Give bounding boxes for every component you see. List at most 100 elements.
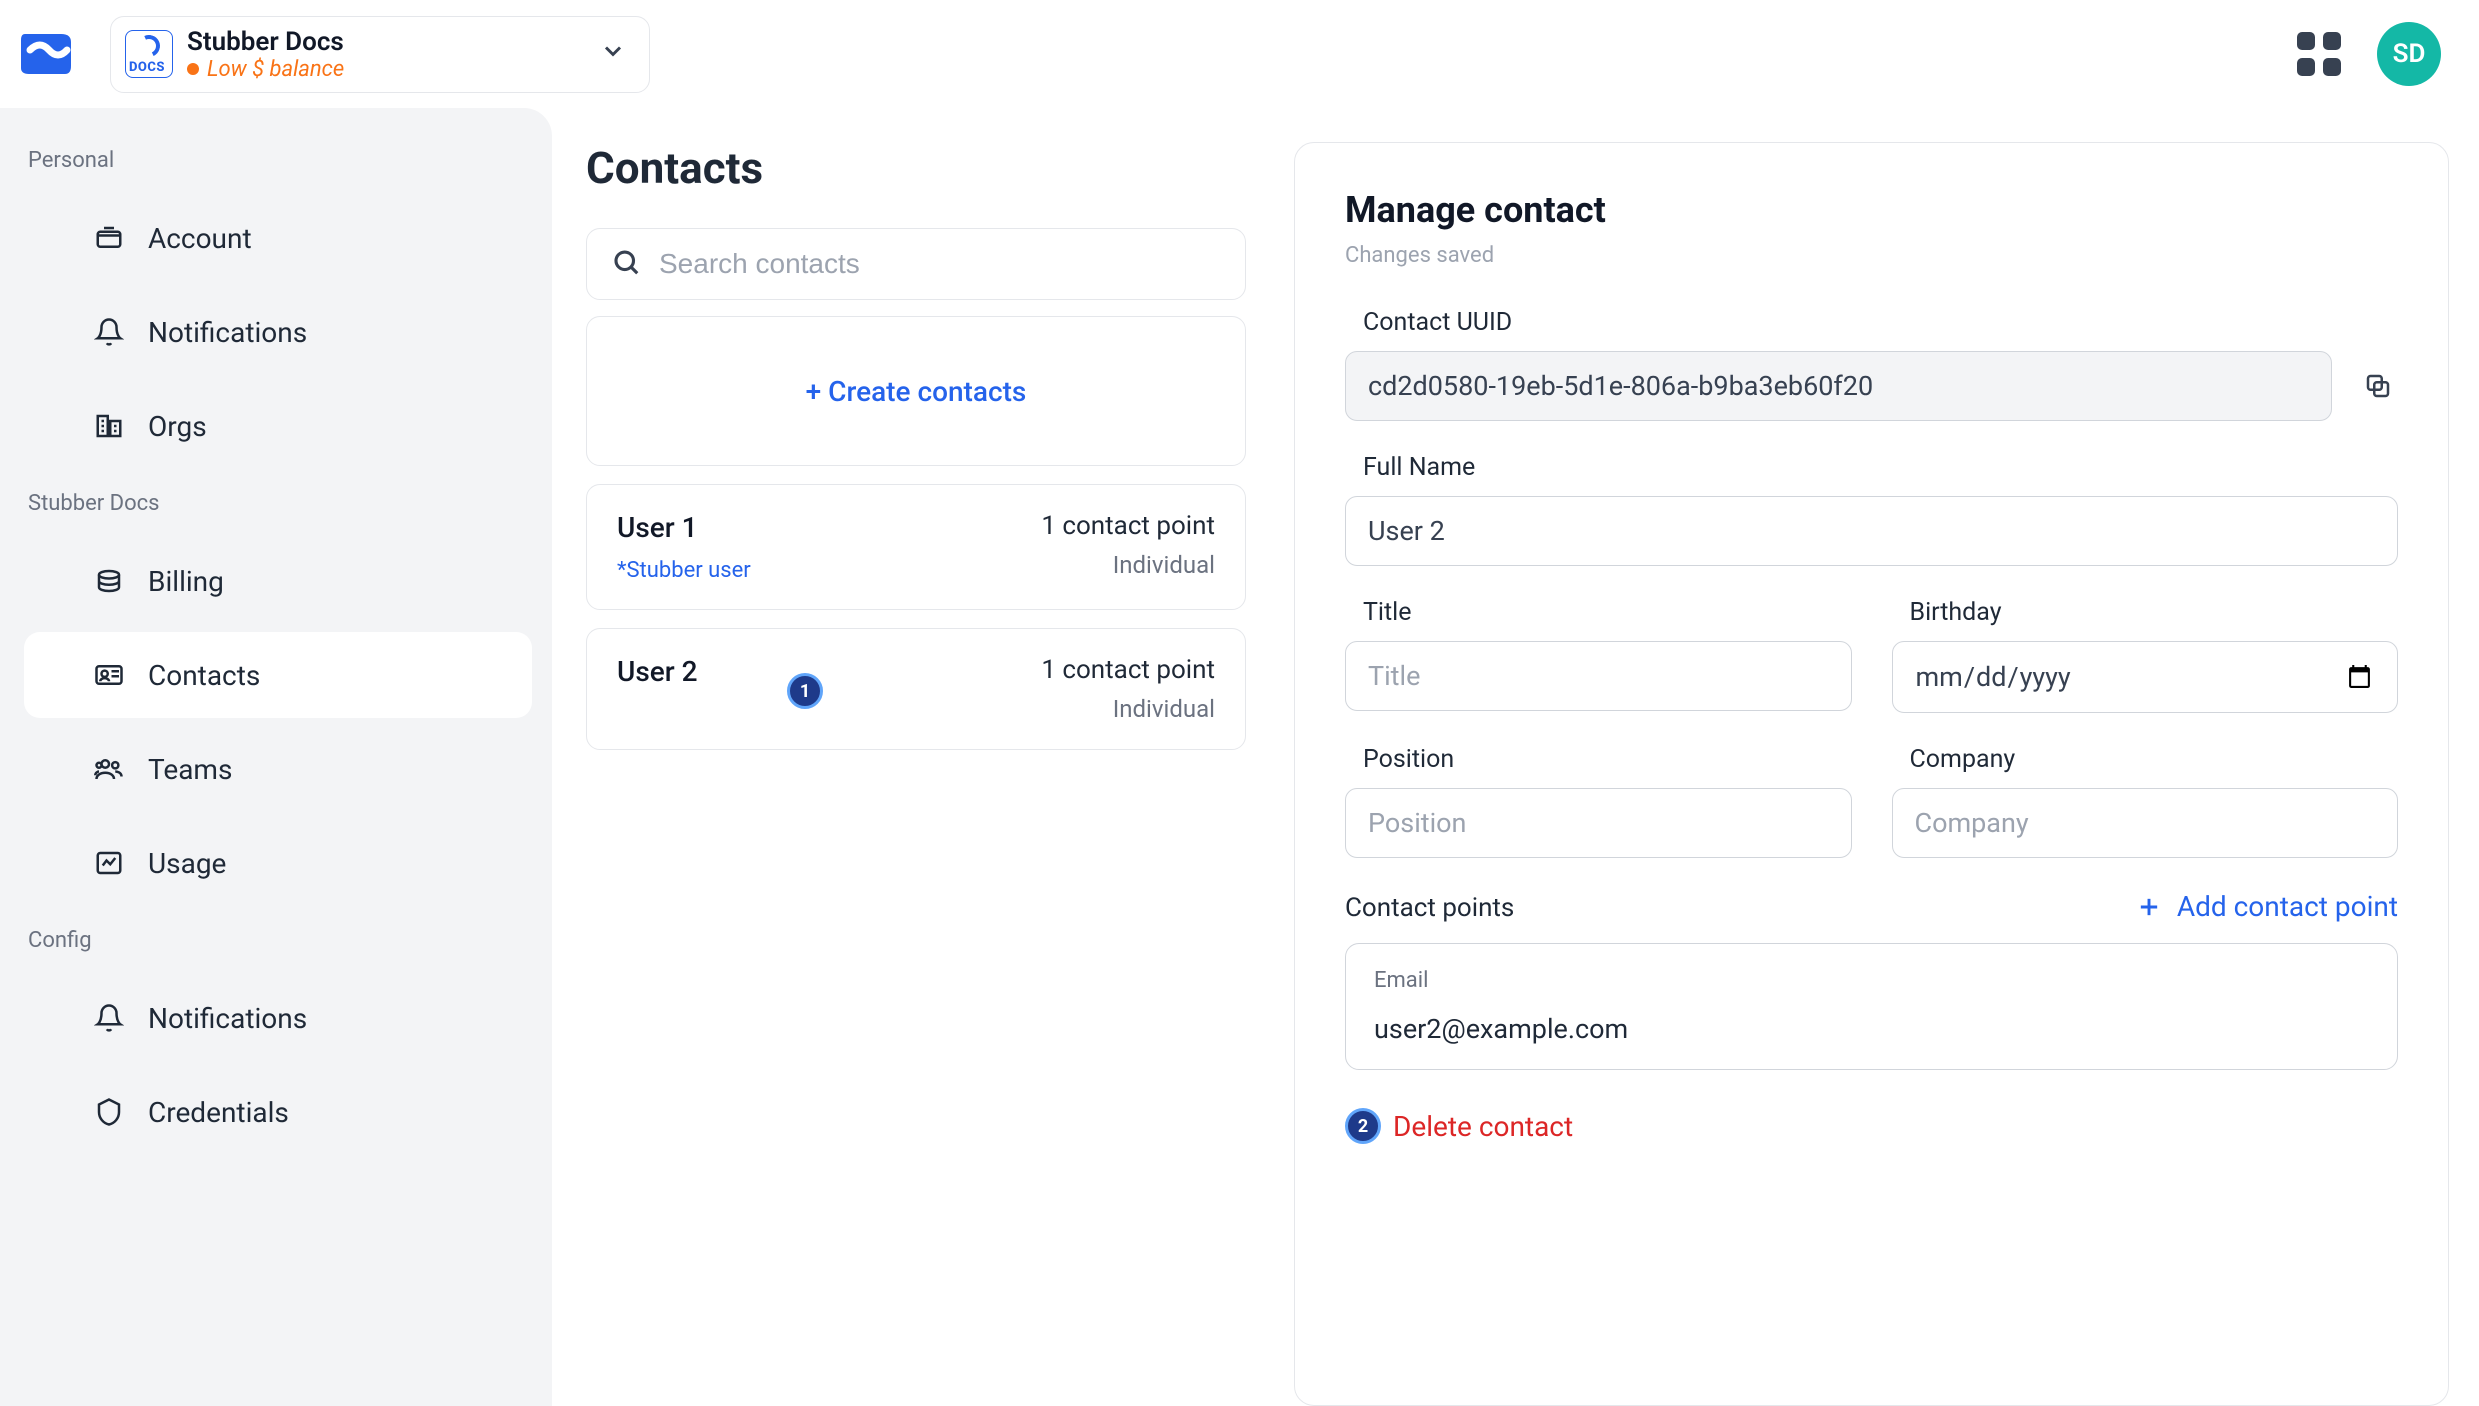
- contact-point-value: user2@example.com: [1374, 1013, 2369, 1045]
- brand-logo[interactable]: [0, 14, 90, 94]
- fullname-field: Full Name: [1345, 453, 2398, 566]
- position-input[interactable]: [1345, 788, 1852, 858]
- create-contacts-card[interactable]: + Create contacts: [586, 316, 1246, 466]
- add-contact-point-label: Add contact point: [2177, 890, 2398, 923]
- sidebar-item-label: Billing: [148, 565, 224, 598]
- copy-button[interactable]: [2358, 366, 2398, 406]
- uuid-label: Contact UUID: [1363, 308, 2398, 337]
- manage-contact-panel: Manage contact Changes saved Contact UUI…: [1294, 142, 2449, 1406]
- callout-badge-2: 2: [1345, 1108, 1381, 1144]
- sidebar: Personal Account Notifications Orgs Stub…: [0, 108, 552, 1406]
- sidebar-item-notifications-personal[interactable]: Notifications: [24, 289, 532, 375]
- contact-stubber-tag: *Stubber user: [617, 558, 751, 583]
- uuid-value: cd2d0580-19eb-5d1e-806a-b9ba3eb60f20: [1345, 351, 2332, 421]
- sidebar-section-config: Config: [0, 914, 552, 967]
- warn-dot-icon: [187, 63, 199, 75]
- birthday-field: Birthday: [1892, 598, 2399, 713]
- contact-point-card[interactable]: Email user2@example.com: [1345, 943, 2398, 1070]
- bell-icon: [92, 315, 126, 349]
- contact-point-count: 1 contact point: [1041, 655, 1215, 685]
- sidebar-item-label: Credentials: [148, 1096, 289, 1129]
- fullname-label: Full Name: [1363, 453, 2398, 482]
- delete-contact-button[interactable]: Delete contact: [1393, 1110, 1573, 1143]
- delete-contact-row: 2 Delete contact: [1345, 1108, 2398, 1144]
- sidebar-section-org: Stubber Docs: [0, 477, 552, 530]
- topbar-left: DOCS Stubber Docs Low $ balance: [0, 14, 650, 94]
- contact-name: User 2: [617, 655, 698, 688]
- company-label: Company: [1910, 745, 2399, 774]
- shield-icon: [92, 1095, 126, 1129]
- org-switcher[interactable]: DOCS Stubber Docs Low $ balance: [110, 16, 650, 93]
- manage-contact-subtitle: Changes saved: [1345, 243, 2398, 268]
- coins-icon: [92, 564, 126, 598]
- company-field: Company: [1892, 745, 2399, 858]
- idcard-icon: [92, 658, 126, 692]
- search-input[interactable]: [659, 248, 1221, 280]
- sidebar-item-notifications-config[interactable]: Notifications: [24, 975, 532, 1061]
- avatar-initials: SD: [2393, 39, 2426, 69]
- sidebar-item-usage[interactable]: Usage: [24, 820, 532, 906]
- brand-logo-icon: [15, 24, 75, 84]
- add-contact-point-button[interactable]: Add contact point: [2135, 890, 2398, 923]
- position-field: Position: [1345, 745, 1852, 858]
- search-wrap[interactable]: [586, 228, 1246, 300]
- contact-name: User 1: [617, 511, 751, 544]
- contact-type: Individual: [1041, 695, 1215, 723]
- contact-card-left: User 1 *Stubber user: [617, 511, 751, 583]
- sidebar-item-label: Usage: [148, 847, 226, 880]
- plus-icon: [2135, 893, 2163, 921]
- main: Contacts + Create contacts User 1 *Stubb…: [552, 108, 2479, 1406]
- manage-contact-title: Manage contact: [1345, 189, 2398, 231]
- title-label: Title: [1363, 598, 1852, 627]
- org-name: Stubber Docs: [187, 27, 344, 57]
- sidebar-section-personal: Personal: [0, 134, 552, 187]
- org-icon: DOCS: [125, 30, 173, 78]
- search-icon: [611, 247, 641, 281]
- sidebar-item-label: Contacts: [148, 659, 260, 692]
- fullname-input[interactable]: [1345, 496, 2398, 566]
- birthday-label: Birthday: [1910, 598, 2399, 627]
- apps-grid-icon[interactable]: [2297, 32, 2341, 76]
- chevron-down-icon: [599, 37, 627, 72]
- copy-icon: [2363, 371, 2393, 401]
- layout: Personal Account Notifications Orgs Stub…: [0, 108, 2479, 1406]
- sidebar-item-orgs[interactable]: Orgs: [24, 383, 532, 469]
- users-icon: [92, 752, 126, 786]
- contacts-column: Contacts + Create contacts User 1 *Stubb…: [586, 142, 1246, 1406]
- page-title: Contacts: [586, 142, 1246, 194]
- birthday-input[interactable]: [1892, 641, 2399, 713]
- contact-card-right: 1 contact point Individual: [1041, 655, 1215, 723]
- account-icon: [92, 221, 126, 255]
- contact-card[interactable]: User 1 *Stubber user 1 contact point Ind…: [586, 484, 1246, 610]
- position-label: Position: [1363, 745, 1852, 774]
- title-field: Title: [1345, 598, 1852, 713]
- sidebar-item-teams[interactable]: Teams: [24, 726, 532, 812]
- building-icon: [92, 409, 126, 443]
- contact-card[interactable]: User 2 1 contact point Individual 1: [586, 628, 1246, 750]
- sidebar-item-billing[interactable]: Billing: [24, 538, 532, 624]
- sidebar-item-label: Teams: [148, 753, 232, 786]
- contact-point-count: 1 contact point: [1041, 511, 1215, 541]
- sidebar-item-contacts[interactable]: Contacts: [24, 632, 532, 718]
- contact-type: Individual: [1041, 551, 1215, 579]
- chart-icon: [92, 846, 126, 880]
- contact-points-header: Contact points Add contact point: [1345, 890, 2398, 923]
- sidebar-item-label: Notifications: [148, 1002, 307, 1035]
- contact-points-label: Contact points: [1345, 893, 1514, 923]
- bell-icon: [92, 1001, 126, 1035]
- contact-point-type: Email: [1374, 968, 2369, 993]
- avatar[interactable]: SD: [2377, 22, 2441, 86]
- create-contacts-link[interactable]: + Create contacts: [806, 375, 1027, 408]
- company-input[interactable]: [1892, 788, 2399, 858]
- callout-badge-1: 1: [787, 673, 823, 709]
- sidebar-item-label: Orgs: [148, 410, 207, 443]
- sidebar-item-account[interactable]: Account: [24, 195, 532, 281]
- org-text: Stubber Docs Low $ balance: [187, 27, 344, 82]
- sidebar-item-label: Account: [148, 222, 252, 255]
- uuid-field: Contact UUID cd2d0580-19eb-5d1e-806a-b9b…: [1345, 308, 2398, 421]
- sidebar-item-credentials[interactable]: Credentials: [24, 1069, 532, 1155]
- sidebar-item-label: Notifications: [148, 316, 307, 349]
- org-low-balance: Low $ balance: [187, 57, 344, 82]
- org-low-balance-text: Low $ balance: [207, 57, 344, 82]
- title-input[interactable]: [1345, 641, 1852, 711]
